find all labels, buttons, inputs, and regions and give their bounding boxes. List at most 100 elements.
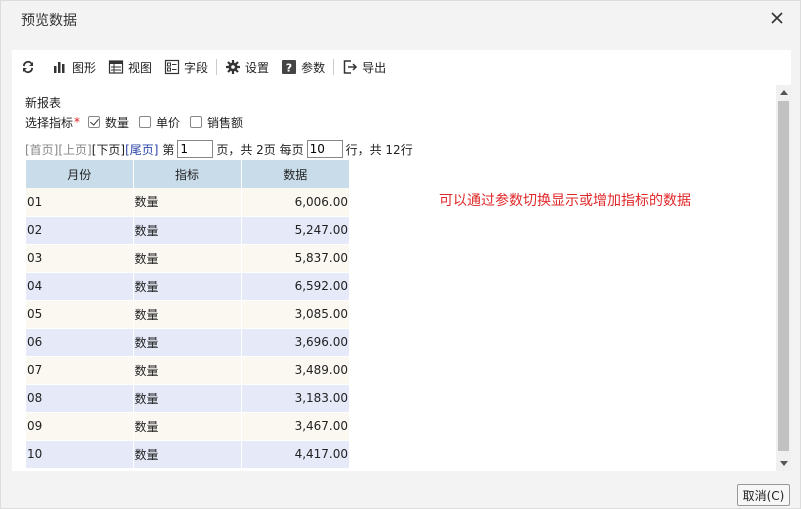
table-row[interactable]: 10 数量 4,417.00 [26, 440, 349, 469]
cancel-button[interactable]: 取消(C) [737, 484, 790, 506]
cell-value: 3,696.00 [241, 328, 349, 357]
option-label: 销售额 [207, 115, 244, 130]
cell-month: 03 [26, 244, 134, 273]
page-number-input[interactable] [177, 140, 214, 158]
checkbox[interactable] [139, 116, 152, 128]
export-icon [343, 60, 358, 74]
view-icon [108, 60, 124, 74]
close-icon [771, 12, 783, 24]
cell-value: 3,489.00 [241, 356, 349, 385]
toolbar: 图形 视图 字段 设置 ? 参数 导出 [18, 56, 392, 78]
cell-month: 07 [26, 356, 134, 385]
table-row[interactable]: 06 数量 3,696.00 [26, 328, 349, 357]
preview-dialog: 预览数据 图形 视图 字段 设置 ? 参数 导出 新报表 选择指标 * 数量 单… [0, 0, 801, 509]
cell-month: 02 [26, 216, 134, 245]
dialog-title: 预览数据 [21, 13, 77, 29]
option-label: 单价 [156, 115, 181, 130]
cell-indicator: 数量 [133, 272, 242, 301]
option-label: 数量 [105, 115, 130, 130]
export-label: 导出 [362, 60, 387, 75]
table-row[interactable]: 01 数量 6,006.00 [26, 188, 349, 217]
chart-button[interactable]: 图形 [46, 56, 102, 78]
cell-value: 4,417.00 [241, 440, 349, 469]
pager-last[interactable]: [尾页] [125, 141, 158, 158]
content-panel: 图形 视图 字段 设置 ? 参数 导出 新报表 选择指标 * 数量 单价 销售额… [12, 50, 791, 471]
cell-indicator: 数量 [133, 216, 242, 245]
fields-icon [164, 59, 180, 75]
scroll-thumb[interactable] [778, 101, 789, 451]
report-title: 新报表 [25, 96, 62, 110]
cell-month: 01 [26, 188, 134, 217]
scroll-up-button[interactable] [776, 85, 791, 99]
arrow-up-icon [779, 90, 788, 95]
pager-first[interactable]: [首页] [25, 141, 58, 158]
pager-size-suffix: 行，共 12行 [345, 142, 413, 157]
svg-text:?: ? [286, 62, 292, 75]
chart-label: 图形 [72, 60, 97, 75]
gear-icon [226, 60, 241, 74]
required-mark: * [74, 115, 81, 129]
refresh-button[interactable] [18, 56, 46, 78]
scroll-down-button[interactable] [776, 457, 791, 471]
indicator-label: 选择指标 [25, 115, 74, 130]
cell-month: 10 [26, 440, 134, 469]
cell-value: 5,837.00 [241, 244, 349, 273]
indicator-option-unit-price[interactable]: 单价 [139, 114, 180, 131]
dialog-footer: 取消(C) [1, 472, 800, 509]
fields-label: 字段 [184, 60, 209, 75]
pager-prev[interactable]: [上页] [58, 141, 91, 158]
table-row[interactable]: 04 数量 6,592.00 [26, 272, 349, 301]
cell-indicator: 数量 [133, 300, 242, 329]
settings-label: 设置 [245, 60, 270, 75]
column-header-month[interactable]: 月份 [26, 160, 134, 188]
cell-indicator: 数量 [133, 384, 242, 413]
vertical-scrollbar[interactable] [776, 85, 791, 471]
checkbox[interactable] [190, 116, 203, 128]
pager-next[interactable]: [下页] [92, 141, 125, 158]
params-label: 参数 [301, 60, 326, 75]
cell-indicator: 数量 [133, 328, 242, 357]
cell-indicator: 数量 [133, 188, 242, 217]
cell-value: 3,085.00 [241, 300, 349, 329]
checkbox[interactable] [88, 116, 101, 128]
table-body: 01 数量 6,006.00 02 数量 5,247.00 03 数量 5,837.00 04 数量… [26, 188, 349, 469]
toolbar-separator [333, 59, 335, 75]
table-row[interactable]: 05 数量 3,085.00 [26, 300, 349, 329]
indicator-option-sales[interactable]: 销售额 [190, 114, 243, 131]
table-row[interactable]: 03 数量 5,837.00 [26, 244, 349, 273]
column-header-indicator[interactable]: 指标 [133, 160, 242, 188]
close-button[interactable] [768, 9, 786, 27]
view-label: 视图 [128, 60, 153, 75]
table-row[interactable]: 07 数量 3,489.00 [26, 356, 349, 385]
cell-value: 5,247.00 [241, 216, 349, 245]
pager-page-prefix: 第 [159, 141, 174, 158]
cell-month: 08 [26, 384, 134, 413]
toolbar-separator [216, 59, 218, 75]
view-button[interactable]: 视图 [102, 56, 158, 78]
column-header-value[interactable]: 数据 [241, 160, 349, 188]
bar-chart-icon [54, 62, 65, 73]
cell-indicator: 数量 [133, 412, 242, 441]
params-button[interactable]: ? 参数 [275, 56, 331, 78]
cell-month: 05 [26, 300, 134, 329]
refresh-icon [23, 61, 33, 73]
page-size-input[interactable] [306, 140, 343, 158]
cell-value: 6,006.00 [241, 188, 349, 217]
indicator-selector: 选择指标 * 数量 单价 销售额 [25, 114, 253, 130]
table-header-row: 月份 指标 数据 [26, 160, 349, 188]
settings-button[interactable]: 设置 [219, 56, 275, 78]
cell-indicator: 数量 [133, 356, 242, 385]
fields-button[interactable]: 字段 [158, 56, 214, 78]
table-row[interactable]: 02 数量 5,247.00 [26, 216, 349, 245]
data-table: 月份 指标 数据 01 数量 6,006.00 02 数量 5,247.00 03 数量 5,8… [26, 160, 349, 469]
cell-value: 6,592.00 [241, 272, 349, 301]
table-row[interactable]: 08 数量 3,183.00 [26, 384, 349, 413]
table-row[interactable]: 09 数量 3,467.00 [26, 412, 349, 441]
indicator-option-quantity[interactable]: 数量 [88, 114, 129, 131]
cell-value: 3,183.00 [241, 384, 349, 413]
annotation-text: 可以通过参数切换显示或增加指标的数据 [439, 193, 691, 209]
cell-month: 09 [26, 412, 134, 441]
question-icon: ? [282, 60, 297, 75]
export-button[interactable]: 导出 [336, 56, 392, 78]
cell-month: 06 [26, 328, 134, 357]
